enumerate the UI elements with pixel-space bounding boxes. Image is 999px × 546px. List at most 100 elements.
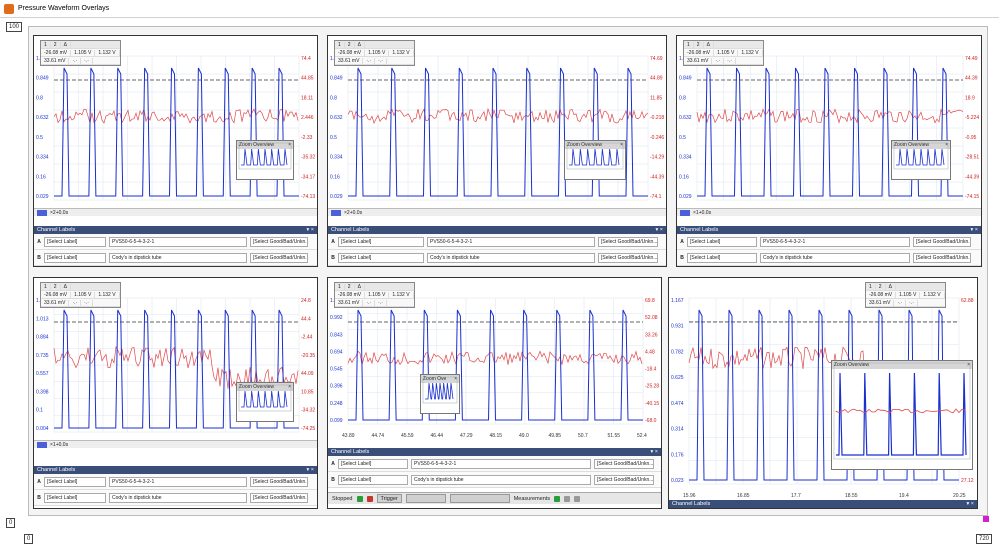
grade-select[interactable]: [Select Good/Bad/Unkn... xyxy=(250,492,308,503)
channel-row: B [Select Label] Cody's in dipstick tube… xyxy=(328,472,661,488)
channel-chip[interactable] xyxy=(331,209,341,216)
readout-bd: ·.· xyxy=(906,299,918,306)
channel-description[interactable]: Cody's in dipstick tube xyxy=(760,252,910,263)
readout-bd: ·.· xyxy=(375,57,387,64)
channel-description[interactable]: Cody's in dipstick tube xyxy=(109,252,247,263)
channel-labels-title: Channel Labels xyxy=(680,227,719,233)
readout-a2: 1.105 V xyxy=(714,49,739,56)
scope-plot[interactable]: 1.1310.8490.80.6320.50.3340.160.02974.44… xyxy=(34,36,317,216)
scope-plot[interactable]: 1.1310.8490.80.6320.50.3340.160.02974.49… xyxy=(677,36,981,216)
scope-plot[interactable]: 1.1110.9920.8430.6940.5450.3960.2480.099… xyxy=(328,278,661,440)
channel-description[interactable]: PVS50-6-5-4-3-2-1 xyxy=(760,236,910,247)
waveform-panel-2[interactable]: 1.1310.8490.80.6320.50.3340.160.02974.69… xyxy=(327,35,667,267)
channel-letter: A xyxy=(680,238,684,245)
x-axis-tick-label: 46.44 xyxy=(431,433,444,439)
readout-a1: -26.08 mV xyxy=(866,291,897,298)
y2-axis-tick-label: 69.8 xyxy=(645,298,655,304)
channel-description[interactable]: PVS50-6-5-4-3-2-1 xyxy=(109,236,247,247)
channel-labels-header: Channel Labels ▾ × xyxy=(669,500,977,508)
label-select[interactable]: [Select Label] xyxy=(44,252,106,263)
pin-close-icon[interactable]: ▾ × xyxy=(966,501,974,507)
edit-measurement-icon[interactable] xyxy=(564,495,571,502)
label-select[interactable]: [Select Label] xyxy=(44,492,106,503)
label-select[interactable]: [Select Label] xyxy=(44,236,106,247)
grade-select[interactable]: [Select Good/Bad/Unkn... xyxy=(250,476,308,487)
channel-labels-header: Channel Labels ▾ × xyxy=(34,466,317,474)
zoom-overview[interactable]: Zoom Overview × xyxy=(831,360,973,470)
waveform-panel-5[interactable]: 1.1110.9920.8430.6940.5450.3960.2480.099… xyxy=(327,277,662,509)
label-select[interactable]: [Select Label] xyxy=(338,252,424,263)
pin-close-icon[interactable]: ▾ × xyxy=(306,467,314,473)
label-select[interactable]: [Select Label] xyxy=(338,458,408,469)
pin-close-icon[interactable]: ▾ × xyxy=(306,227,314,233)
channel-chip[interactable] xyxy=(680,209,690,216)
x-axis-tick-label: 15.96 xyxy=(683,493,696,499)
channel-labels-title: Channel Labels xyxy=(331,449,370,455)
add-measurement-icon[interactable] xyxy=(554,495,561,502)
scope-plot[interactable]: 1.1310.8490.80.6320.50.3340.160.02974.69… xyxy=(328,36,666,216)
readout-a1: -26.08 mV xyxy=(335,49,366,56)
waveform-panel-3[interactable]: 1.1310.8490.80.6320.50.3340.160.02974.49… xyxy=(676,35,982,267)
stop-icon[interactable] xyxy=(366,495,373,502)
y2-axis-tick-label: -0.95 xyxy=(965,135,977,141)
channel-letter: A xyxy=(331,460,335,467)
zoom-overview[interactable]: Zoom Overview × xyxy=(236,382,294,422)
trigger-button[interactable]: Trigger xyxy=(376,494,402,503)
trigger-settings[interactable] xyxy=(449,494,510,503)
pin-close-icon[interactable]: ▾ × xyxy=(650,449,658,455)
title-bar: Pressure Waveform Overlays xyxy=(0,0,999,18)
grade-select[interactable]: [Select Good/Bad/Unkn... xyxy=(250,236,308,247)
readout-header: 2 xyxy=(51,41,61,48)
channel-chip[interactable] xyxy=(37,209,47,216)
zoom-overview[interactable]: Zoom Overview × xyxy=(236,140,294,180)
measurements-label[interactable]: Measurements xyxy=(514,496,550,502)
ruler-top-left-value: 100 xyxy=(6,22,23,32)
grade-select[interactable]: [Select Good/Bad/Unkn... xyxy=(913,236,971,247)
y-axis-tick-label: 0.004 xyxy=(36,426,49,432)
trigger-mode-select[interactable] xyxy=(405,494,446,503)
zoom-overview[interactable]: Zoom Ove × xyxy=(420,374,460,414)
readout-header: Δ xyxy=(61,41,71,48)
bottom-right-handle[interactable] xyxy=(983,516,989,522)
label-select[interactable]: [Select Label] xyxy=(338,236,424,247)
channel-chip[interactable] xyxy=(37,441,47,448)
scope-plot[interactable]: 1.1511.0130.8840.7350.5570.3980.10.00424… xyxy=(34,278,317,448)
channel-description[interactable]: Cody's in dipstick tube xyxy=(427,252,595,263)
channel-description[interactable]: Cody's in dipstick tube xyxy=(109,492,247,503)
readout-b1: 33.61 mV xyxy=(41,299,70,306)
waveform-panel-1[interactable]: 1.1310.8490.80.6320.50.3340.160.02974.44… xyxy=(33,35,318,267)
zoom-overview[interactable]: Zoom Overview × xyxy=(891,140,951,180)
label-select[interactable]: [Select Label] xyxy=(687,236,757,247)
cursor-readout: 12Δ -26.08 mV 1.105 V 1.132 V 33.61 mV ·.· ·… xyxy=(334,40,415,66)
readout-bd: ·.· xyxy=(375,299,387,306)
channel-description[interactable]: PVS50-6-5-4-3-2-1 xyxy=(109,476,247,487)
channel-row: B [Select Label] Cody's in dipstick tube… xyxy=(677,250,981,266)
y2-axis-tick-label: 52.08 xyxy=(645,315,658,321)
zoom-overview[interactable]: Zoom Overview × xyxy=(564,140,626,180)
readout-header: 1 xyxy=(41,41,51,48)
scope-plot[interactable]: 1.167 0.931 0.782 0.625 0.474 0.314 0.176 0.023… xyxy=(669,278,977,500)
pin-close-icon[interactable]: ▾ × xyxy=(970,227,978,233)
channel-description[interactable]: PVS50-6-5-4-3-2-1 xyxy=(427,236,595,247)
grade-select[interactable]: [Select Good/Bad/Unkn... xyxy=(913,252,971,263)
delete-measurement-icon[interactable] xyxy=(574,495,581,502)
pin-close-icon[interactable]: ▾ × xyxy=(655,227,663,233)
grade-select[interactable]: [Select Good/Bad/Unkn... xyxy=(598,236,658,247)
channel-row: A [Select Label] PVS50-6-5-4-3-2-1 [Sele… xyxy=(328,456,661,472)
label-select[interactable]: [Select Label] xyxy=(44,476,106,487)
label-select[interactable]: [Select Label] xyxy=(338,474,408,485)
channel-description[interactable]: PVS50-6-5-4-3-2-1 xyxy=(411,458,591,469)
readout-bd: ·.· xyxy=(81,299,93,306)
grade-select[interactable]: [Select Good/Bad/Unkn... xyxy=(594,458,654,469)
channel-description[interactable]: Cody's in dipstick tube xyxy=(411,474,591,485)
grade-select[interactable]: [Select Good/Bad/Unkn... xyxy=(250,252,308,263)
grade-select[interactable]: [Select Good/Bad/Unkn... xyxy=(598,252,658,263)
label-select[interactable]: [Select Label] xyxy=(687,252,757,263)
run-icon[interactable] xyxy=(356,495,363,502)
y-axis-tick-label: 0.334 xyxy=(36,155,49,161)
channel-labels-header: Channel Labels ▾ × xyxy=(34,226,317,234)
grade-select[interactable]: [Select Good/Bad/Unkn... xyxy=(594,474,654,485)
waveform-panel-6[interactable]: 1.167 0.931 0.782 0.625 0.474 0.314 0.176 0.023… xyxy=(668,277,978,509)
waveform-panel-4[interactable]: 1.1511.0130.8840.7350.5570.3980.10.00424… xyxy=(33,277,318,509)
readout-header: 2 xyxy=(345,283,355,290)
